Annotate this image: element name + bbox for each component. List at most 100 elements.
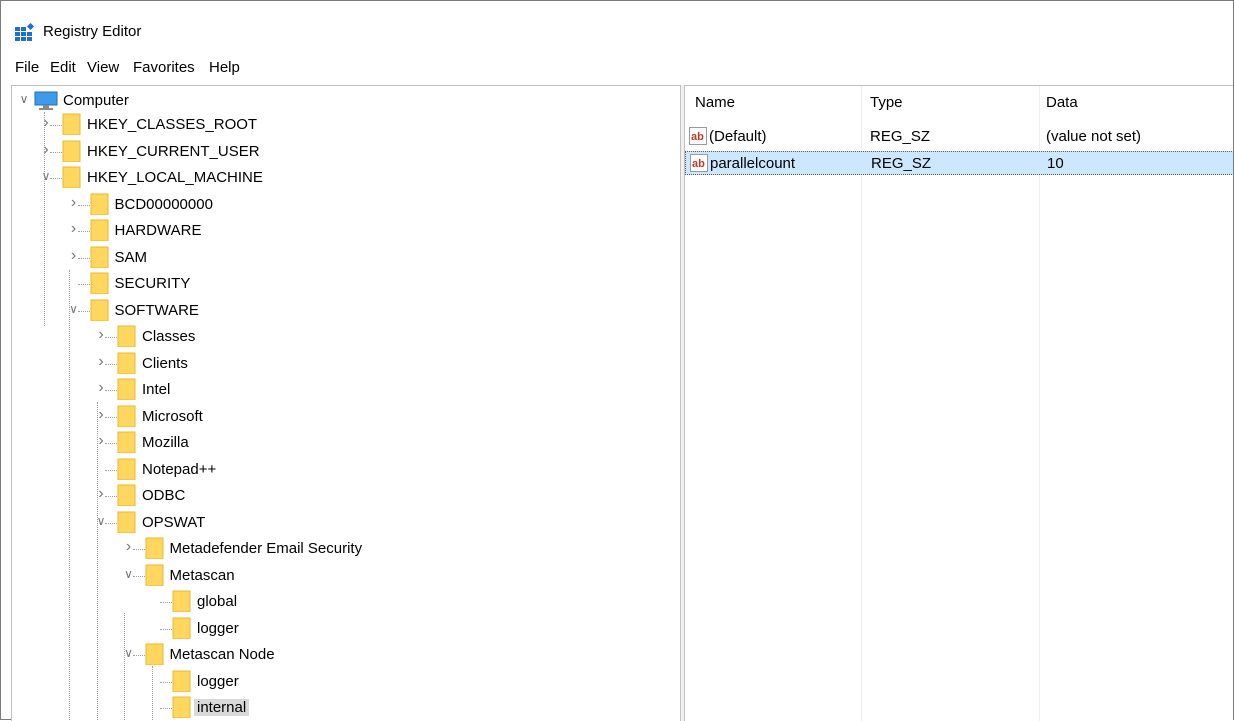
folder-icon <box>90 246 109 268</box>
value-row[interactable]: ab parallelcount REG_SZ 10 <box>685 151 1233 175</box>
column-separator <box>861 86 862 721</box>
tree-node-label: Mozilla <box>142 434 189 451</box>
tree-guide-line <box>105 469 117 471</box>
folder-icon <box>145 564 164 586</box>
tree-node[interactable]: › Classes <box>12 324 672 350</box>
string-value-icon: ab <box>689 127 707 145</box>
folder-icon <box>145 537 164 560</box>
chevron-down-icon[interactable]: ∨ <box>40 170 52 182</box>
tree-node-label: Metadefender Email Security <box>169 540 363 557</box>
column-header-data[interactable]: Data <box>1046 94 1078 111</box>
tree-node[interactable]: › HARDWARE <box>12 218 672 244</box>
title-bar: Registry Editor <box>1 1 1233 53</box>
folder-icon <box>62 113 81 136</box>
tree-node-label: Computer <box>63 92 129 109</box>
chevron-down-icon[interactable]: ∨ <box>123 568 135 580</box>
tree-node-label: HKEY_LOCAL_MACHINE <box>87 169 263 186</box>
chevron-right-icon[interactable]: › <box>95 433 107 449</box>
tree-node-label: logger <box>197 672 239 690</box>
value-data: 10 <box>1047 155 1064 172</box>
tree-node[interactable]: logger <box>12 669 672 695</box>
folder-icon <box>117 405 136 427</box>
values-list-pane[interactable]: Name Type Data ab (Default) REG_SZ (value n… <box>684 85 1233 721</box>
tree-node[interactable]: Notepad++ <box>12 457 672 483</box>
tree-node[interactable]: logger <box>12 616 672 642</box>
menu-favorites[interactable]: Favorites <box>133 59 195 76</box>
tree-node[interactable]: › HKEY_CLASSES_ROOT <box>12 112 672 138</box>
chevron-right-icon[interactable]: › <box>95 327 107 343</box>
value-row[interactable]: ab (Default) REG_SZ (value not set) <box>685 125 1233 149</box>
folder-icon <box>62 166 81 189</box>
chevron-right-icon[interactable]: › <box>95 353 107 369</box>
folder-icon <box>90 193 109 215</box>
tree-node-label: Intel <box>142 381 171 398</box>
column-header-type[interactable]: Type <box>870 94 903 111</box>
tree-node[interactable]: › Intel <box>12 377 672 403</box>
folder-icon <box>90 272 109 295</box>
value-type: REG_SZ <box>870 128 931 145</box>
tree-node[interactable]: ∨ HKEY_LOCAL_MACHINE <box>12 165 672 191</box>
tree-node-label: global <box>197 593 238 610</box>
tree-node-label: SECURITY <box>114 275 191 292</box>
folder-icon <box>172 696 191 719</box>
menu-help[interactable]: Help <box>209 59 240 76</box>
tree-node[interactable]: global <box>12 589 672 615</box>
tree-node-label: BCD00000000 <box>114 195 213 213</box>
chevron-right-icon[interactable]: › <box>68 247 80 263</box>
column-header-name[interactable]: Name <box>695 94 735 111</box>
folder-icon <box>90 299 109 321</box>
tree-node[interactable]: ∨ Metascan Node <box>12 642 672 668</box>
tree-node[interactable]: ∨ Metascan <box>12 563 672 589</box>
value-name: (Default) <box>709 128 767 145</box>
tree-node-computer[interactable]: ∨ Computer <box>12 88 672 114</box>
registry-editor-window: Registry Editor File Edit View Favorites… <box>0 0 1234 721</box>
folder-icon <box>145 643 164 666</box>
tree-node[interactable]: ∨ SOFTWARE <box>12 298 672 324</box>
svg-text:ab: ab <box>691 131 704 143</box>
tree-node-label: Notepad++ <box>142 460 217 478</box>
chevron-right-icon[interactable]: › <box>68 194 80 210</box>
tree-node[interactable]: › Clients <box>12 351 672 377</box>
tree-node[interactable]: internal <box>12 695 672 721</box>
tree-node[interactable]: › Microsoft <box>12 404 672 430</box>
chevron-down-icon[interactable]: ∨ <box>18 93 30 105</box>
tree-node[interactable]: › HKEY_CURRENT_USER <box>12 139 672 165</box>
tree-node[interactable]: › SAM <box>12 245 672 271</box>
folder-icon <box>117 484 136 507</box>
window-title: Registry Editor <box>43 23 142 40</box>
chevron-right-icon[interactable]: › <box>95 406 107 422</box>
menu-file[interactable]: File <box>15 59 39 76</box>
folder-icon <box>62 140 81 162</box>
tree-node-label: HKEY_CURRENT_USER <box>87 142 260 160</box>
tree-node-label: Clients <box>142 354 188 372</box>
folder-icon <box>172 617 191 639</box>
tree-guide-line <box>160 708 172 709</box>
chevron-down-icon[interactable]: ∨ <box>95 515 107 527</box>
chevron-right-icon[interactable]: › <box>123 539 135 555</box>
chevron-right-icon[interactable]: › <box>68 221 80 237</box>
tree-node[interactable]: ∨ OPSWAT <box>12 510 672 536</box>
value-type: REG_SZ <box>871 155 932 172</box>
tree-node[interactable]: SECURITY <box>12 271 672 297</box>
tree-node-label: SOFTWARE <box>114 301 199 319</box>
folder-icon <box>117 378 136 401</box>
menu-edit[interactable]: Edit <box>50 59 76 76</box>
tree-node-label: ODBC <box>142 487 186 504</box>
tree-node-label: HKEY_CLASSES_ROOT <box>87 116 258 133</box>
menu-bar: File Edit View Favorites Help <box>1 57 1233 79</box>
chevron-right-icon[interactable]: › <box>40 115 52 131</box>
tree-node[interactable]: › BCD00000000 <box>12 192 672 218</box>
chevron-right-icon[interactable]: › <box>95 486 107 502</box>
chevron-right-icon[interactable]: › <box>95 380 107 396</box>
menu-view[interactable]: View <box>87 59 119 76</box>
tree-node[interactable]: › Metadefender Email Security <box>12 536 672 562</box>
registry-tree-pane[interactable]: ∨ Computer › HKEY_CLASSES_ROOT › HKEY_CURRENT… <box>11 85 681 721</box>
chevron-down-icon[interactable]: ∨ <box>123 647 135 659</box>
folder-icon <box>117 458 136 480</box>
tree-node[interactable]: › ODBC <box>12 483 672 509</box>
chevron-right-icon[interactable]: › <box>40 141 52 157</box>
tree-node[interactable]: › Mozilla <box>12 430 672 456</box>
tree-node-label: Metascan Node <box>169 646 275 663</box>
folder-icon <box>172 670 191 692</box>
chevron-down-icon[interactable]: ∨ <box>68 303 80 315</box>
